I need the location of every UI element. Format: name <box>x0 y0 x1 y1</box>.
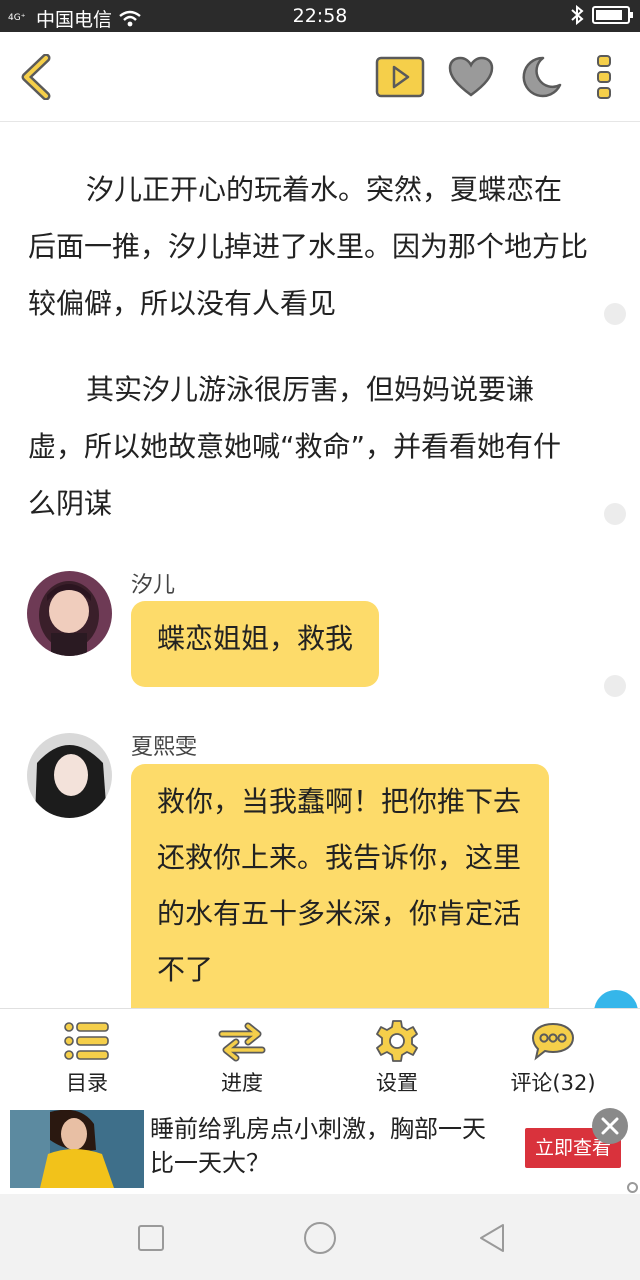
comment-dot[interactable] <box>604 503 626 525</box>
swap-arrows-icon <box>218 1022 266 1062</box>
play-button[interactable] <box>374 54 426 100</box>
menu-item-catalog[interactable]: 目录 <box>22 1019 152 1099</box>
circle-icon <box>304 1222 336 1254</box>
night-mode-button[interactable] <box>516 54 566 100</box>
message-bubble: 救你，当我蠢啊！把你推下去还救你上来。我告诉你，这里的水有五十多米深，你肯定活不… <box>131 764 549 1008</box>
clock: 22:58 <box>292 5 348 27</box>
moon-icon <box>522 56 562 98</box>
menu-item-label: 设置 <box>376 1071 418 1095</box>
ad-photo <box>10 1110 144 1188</box>
ad-close-button[interactable] <box>592 1108 628 1144</box>
message-bubble: 蝶恋姐姐，救我 <box>131 601 380 687</box>
home-button[interactable] <box>300 1218 340 1258</box>
menu-item-label: 评论(32) <box>510 1071 596 1095</box>
recent-apps-button[interactable] <box>131 1218 171 1258</box>
ad-text[interactable]: 睡前给乳房点小刺激，胸部一天比一天大？ <box>150 1112 500 1180</box>
menu-item-settings[interactable]: 设置 <box>332 1019 462 1099</box>
comment-dot[interactable] <box>604 303 626 325</box>
menu-item-label: 进度 <box>221 1071 263 1095</box>
message-author: 夏熙雯 <box>131 735 198 760</box>
battery-icon <box>592 6 633 24</box>
ad-banner[interactable]: 睡前给乳房点小刺激，胸部一天比一天大？ 立即查看 <box>0 1104 640 1194</box>
gear-icon <box>376 1020 418 1062</box>
more-vertical-icon <box>597 55 611 99</box>
reader-menu: 目录 进度 设置 评论(32) <box>0 1008 640 1104</box>
bluetooth-icon <box>571 5 584 25</box>
avatar[interactable] <box>27 571 112 656</box>
avatar-image <box>27 733 112 818</box>
status-bar: 4G⁺ 中国电信 22:58 <box>0 0 640 32</box>
ad-info-icon <box>627 1182 638 1193</box>
chevron-left-icon <box>21 54 51 100</box>
ad-image[interactable] <box>10 1110 144 1188</box>
play-icon <box>375 56 425 98</box>
avatar[interactable] <box>27 733 112 818</box>
comment-dot[interactable] <box>604 675 626 697</box>
story-content[interactable]: 汐儿正开心的玩着水。突然，夏蝶恋在后面一推，汐儿掉进了水里。因为那个地方比较偏僻… <box>0 123 640 1008</box>
square-icon <box>138 1225 164 1251</box>
avatar-image <box>27 571 112 656</box>
heart-icon <box>448 56 494 97</box>
reader-toolbar <box>0 32 640 122</box>
menu-item-progress[interactable]: 进度 <box>177 1019 307 1099</box>
menu-item-comments[interactable]: 评论(32) <box>488 1019 618 1099</box>
triangle-back-icon <box>480 1224 504 1252</box>
story-paragraph: 其实汐儿游泳很厉害，但妈妈说要谦虚，所以她故意她喊“救命”，并看看她有什么阴谋 <box>28 373 562 520</box>
back-nav-button[interactable] <box>472 1218 512 1258</box>
battery-level <box>596 10 622 20</box>
system-nav-bar <box>0 1194 640 1280</box>
status-right <box>570 5 633 25</box>
message-author: 汐儿 <box>131 573 176 598</box>
more-button[interactable] <box>580 54 628 100</box>
menu-item-label: 目录 <box>66 1071 108 1095</box>
close-icon <box>601 1117 619 1135</box>
list-icon <box>64 1022 109 1060</box>
back-button[interactable] <box>10 54 60 100</box>
favorite-button[interactable] <box>446 54 496 100</box>
story-paragraph: 汐儿正开心的玩着水。突然，夏蝶恋在后面一推，汐儿掉进了水里。因为那个地方比较偏僻… <box>28 173 589 320</box>
comment-bubble-icon <box>531 1022 575 1061</box>
